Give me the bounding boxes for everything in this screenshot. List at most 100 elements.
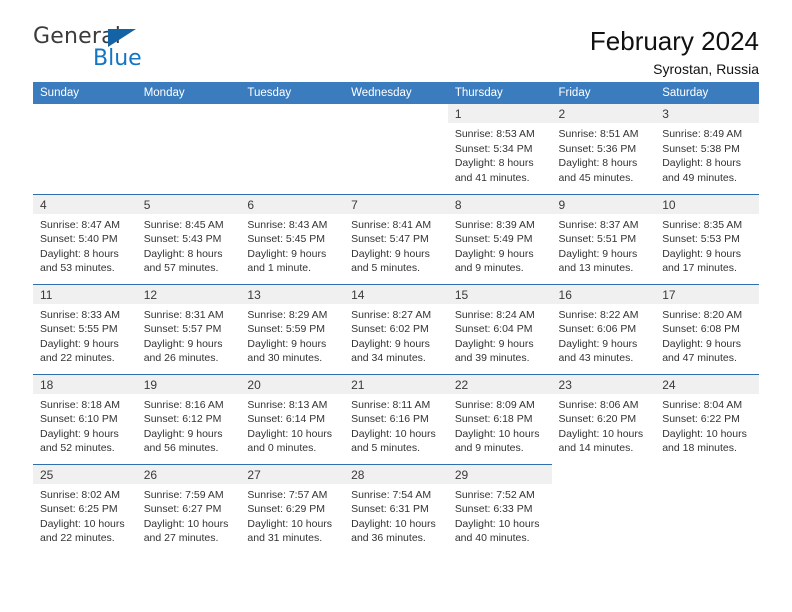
day-number: 13 [240,284,345,304]
day-details: Sunrise: 8:45 AM Sunset: 5:43 PM Daylight:… [137,214,241,276]
daylight-text-line2: and 45 minutes. [558,171,634,184]
calendar-day-cell[interactable]: 1 Sunrise: 8:53 AM Sunset: 5:34 PM Daylight… [447,104,552,194]
sunset-text: Sunset: 6:31 PM [351,503,429,516]
daylight-text-line1: Daylight: 10 hours [247,427,333,440]
day-number: 3 [655,104,759,123]
general-blue-logo[interactable]: General Blue [33,24,203,78]
day-details: Sunrise: 8:37 AM Sunset: 5:51 PM Daylight:… [552,214,656,276]
calendar-day-cell[interactable]: 26 Sunrise: 7:59 AM Sunset: 6:27 PM Dayligh… [136,463,241,554]
calendar-day-cell[interactable]: 2 Sunrise: 8:51 AM Sunset: 5:36 PM Daylight… [551,104,656,194]
daylight-text-line1: Daylight: 8 hours [143,247,223,260]
calendar-day-cell[interactable]: 10 Sunrise: 8:35 AM Sunset: 5:53 PM Dayligh… [655,193,759,284]
sunset-text: Sunset: 5:34 PM [454,142,533,155]
day-number: 8 [447,194,552,214]
sunset-text: Sunset: 6:16 PM [351,413,429,426]
day-details: Sunrise: 7:54 AM Sunset: 6:31 PM Daylight:… [344,484,448,546]
weekday-header-thursday: Thursday [447,82,552,104]
calendar-day-cell[interactable]: 7 Sunrise: 8:41 AM Sunset: 5:47 PM Daylight… [344,193,448,284]
calendar-day-cell[interactable]: 3 Sunrise: 8:49 AM Sunset: 5:38 PM Daylight… [655,104,759,194]
page-title: February 2024 [589,26,759,56]
calendar-day-cell[interactable]: 28 Sunrise: 7:54 AM Sunset: 6:31 PM Dayligh… [344,463,448,554]
day-number: 10 [655,194,759,214]
day-details: Sunrise: 8:18 AM Sunset: 6:10 PM Daylight:… [33,394,137,456]
sunrise-text: Sunrise: 8:09 AM [454,398,535,411]
calendar-day-cell[interactable]: 6 Sunrise: 8:43 AM Sunset: 5:45 PM Daylight… [240,193,345,284]
sunrise-text: Sunrise: 7:54 AM [351,488,432,501]
day-number: 18 [33,374,137,394]
calendar-week-row: 1 Sunrise: 8:53 AM Sunset: 5:34 PM Daylight… [33,104,759,194]
calendar-day-cell[interactable]: 16 Sunrise: 8:22 AM Sunset: 6:06 PM Dayligh… [551,283,656,374]
calendar-day-cell[interactable]: 24 Sunrise: 8:04 AM Sunset: 6:22 PM Dayligh… [655,373,759,464]
sunset-text: Sunset: 5:36 PM [558,142,637,155]
daylight-text-line2: and 47 minutes. [662,352,737,365]
day-number: 9 [551,194,656,214]
daylight-text-line2: and 22 minutes. [40,532,115,545]
calendar-day-cell[interactable]: 11 Sunrise: 8:33 AM Sunset: 5:55 PM Dayligh… [33,283,137,374]
daylight-text-line1: Daylight: 10 hours [143,517,229,530]
day-number [137,104,241,123]
sunrise-text: Sunrise: 8:33 AM [40,308,120,321]
calendar-day-cell[interactable]: 20 Sunrise: 8:13 AM Sunset: 6:14 PM Dayligh… [240,373,345,464]
day-details: Sunrise: 8:02 AM Sunset: 6:25 PM Daylight:… [33,484,137,546]
calendar-day-cell[interactable]: 23 Sunrise: 8:06 AM Sunset: 6:20 PM Dayligh… [551,373,656,464]
sunset-text: Sunset: 5:49 PM [454,233,533,246]
sunset-text: Sunset: 6:29 PM [247,503,326,516]
calendar-day-cell[interactable]: 4 Sunrise: 8:47 AM Sunset: 5:40 PM Daylight… [33,193,137,284]
daylight-text-line2: and 41 minutes. [454,171,530,184]
calendar-day-cell[interactable]: 14 Sunrise: 8:27 AM Sunset: 6:02 PM Dayligh… [344,283,448,374]
weekday-header-tuesday: Tuesday [240,82,345,104]
calendar-day-cell[interactable]: 29 Sunrise: 7:52 AM Sunset: 6:33 PM Dayligh… [447,463,552,554]
calendar-day-cell[interactable]: 13 Sunrise: 8:29 AM Sunset: 5:59 PM Dayligh… [240,283,345,374]
sunset-text: Sunset: 6:33 PM [454,503,533,516]
day-number [344,104,448,123]
sunrise-text: Sunrise: 8:18 AM [40,398,120,411]
calendar-day-cell[interactable]: 18 Sunrise: 8:18 AM Sunset: 6:10 PM Dayligh… [33,373,137,464]
daylight-text-line2: and 18 minutes. [662,442,737,455]
calendar-day-cell-empty [33,104,137,194]
weekday-header-wednesday: Wednesday [344,82,448,104]
calendar-day-cell[interactable]: 12 Sunrise: 8:31 AM Sunset: 5:57 PM Dayligh… [136,283,241,374]
sunset-text: Sunset: 6:02 PM [351,323,429,336]
day-number: 23 [551,374,656,394]
calendar-day-cell[interactable]: 9 Sunrise: 8:37 AM Sunset: 5:51 PM Daylight… [551,193,656,284]
sunset-text: Sunset: 5:53 PM [662,233,740,246]
daylight-text-line1: Daylight: 10 hours [454,427,540,440]
day-details: Sunrise: 8:51 AM Sunset: 5:36 PM Daylight:… [552,123,656,185]
day-details: Sunrise: 8:24 AM Sunset: 6:04 PM Daylight:… [448,304,552,366]
sunrise-text: Sunrise: 8:04 AM [662,398,743,411]
daylight-text-line2: and 9 minutes. [454,442,524,455]
daylight-text-line2: and 53 minutes. [40,262,115,275]
sunset-text: Sunset: 6:06 PM [558,323,637,336]
calendar-day-cell[interactable]: 8 Sunrise: 8:39 AM Sunset: 5:49 PM Daylight… [447,193,552,284]
day-number: 4 [33,194,137,214]
calendar-day-cell[interactable]: 15 Sunrise: 8:24 AM Sunset: 6:04 PM Dayligh… [447,283,552,374]
calendar-week-row: 25 Sunrise: 8:02 AM Sunset: 6:25 PM Dayligh… [33,463,759,554]
calendar-day-cell[interactable]: 27 Sunrise: 7:57 AM Sunset: 6:29 PM Dayligh… [240,463,345,554]
day-details: Sunrise: 8:31 AM Sunset: 5:57 PM Daylight:… [137,304,241,366]
sunset-text: Sunset: 5:38 PM [662,142,740,155]
daylight-text-line1: Daylight: 9 hours [351,247,430,260]
sunset-text: Sunset: 6:27 PM [143,503,222,516]
calendar-day-cell[interactable]: 21 Sunrise: 8:11 AM Sunset: 6:16 PM Dayligh… [344,373,448,464]
daylight-text-line2: and 5 minutes. [351,262,420,275]
sunrise-text: Sunrise: 8:35 AM [662,218,743,231]
daylight-text-line2: and 40 minutes. [454,532,530,545]
calendar-day-cell[interactable]: 25 Sunrise: 8:02 AM Sunset: 6:25 PM Dayligh… [33,463,137,554]
sunset-text: Sunset: 6:12 PM [143,413,222,426]
sunrise-text: Sunrise: 8:45 AM [143,218,224,231]
day-number: 21 [344,374,448,394]
day-details: Sunrise: 8:29 AM Sunset: 5:59 PM Daylight:… [240,304,344,366]
daylight-text-line2: and 30 minutes. [247,352,323,365]
daylight-text-line2: and 34 minutes. [351,352,426,365]
calendar-day-cell[interactable]: 19 Sunrise: 8:16 AM Sunset: 6:12 PM Dayligh… [136,373,241,464]
sunset-text: Sunset: 6:08 PM [662,323,740,336]
daylight-text-line1: Daylight: 9 hours [143,427,223,440]
daylight-text-line2: and 0 minutes. [247,442,317,455]
daylight-text-line2: and 5 minutes. [351,442,420,455]
calendar-week-row: 11 Sunrise: 8:33 AM Sunset: 5:55 PM Dayligh… [33,283,759,374]
calendar-day-cell[interactable]: 5 Sunrise: 8:45 AM Sunset: 5:43 PM Daylight… [136,193,241,284]
daylight-text-line2: and 57 minutes. [143,262,219,275]
calendar-day-cell[interactable]: 17 Sunrise: 8:20 AM Sunset: 6:08 PM Dayligh… [655,283,759,374]
calendar-day-cell[interactable]: 22 Sunrise: 8:09 AM Sunset: 6:18 PM Dayligh… [447,373,552,464]
calendar-table: Sunday Monday Tuesday Wednesday Thursday… [33,82,759,554]
